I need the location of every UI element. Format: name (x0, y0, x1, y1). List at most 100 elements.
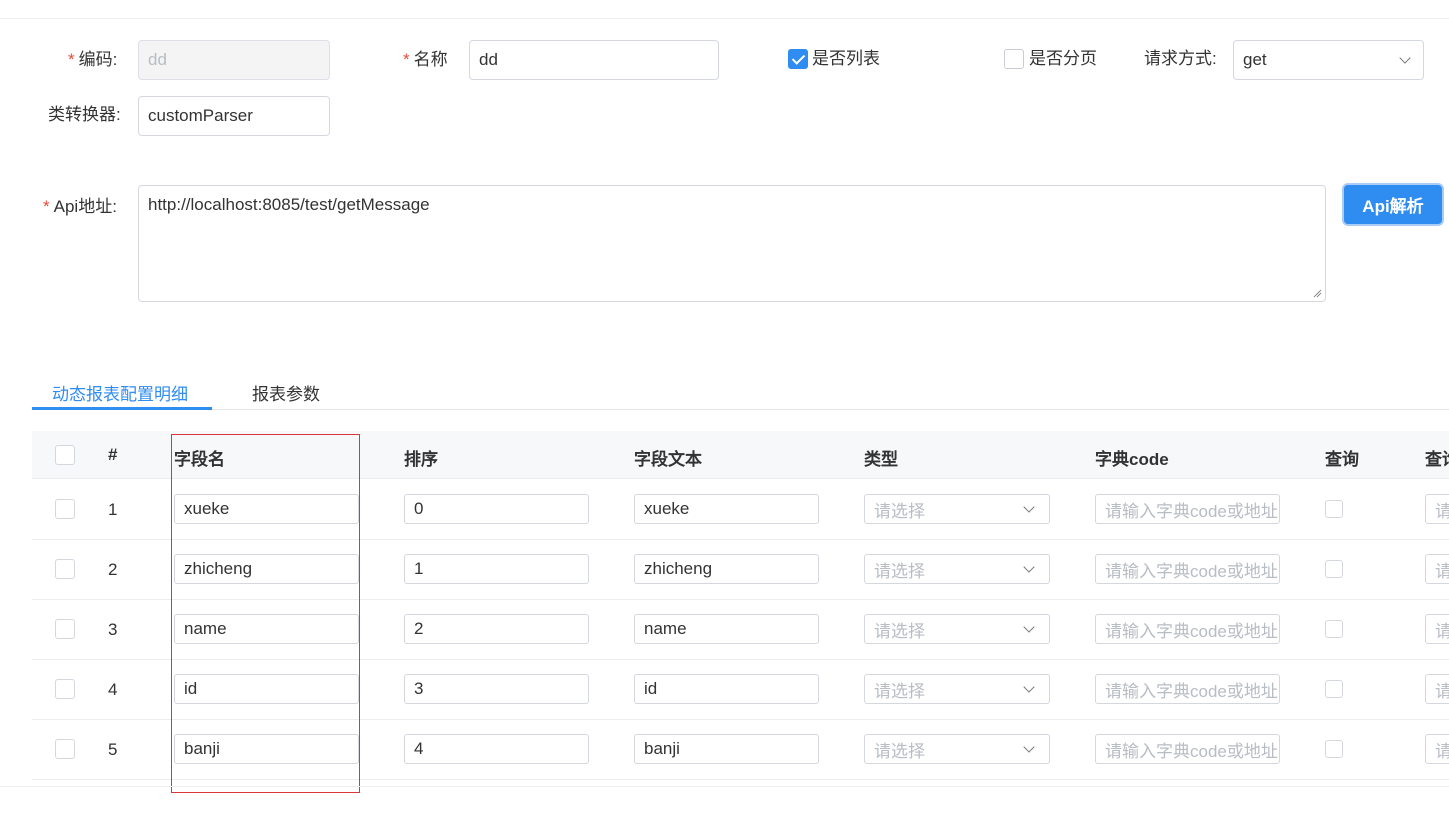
query-type-placeholder: 请选择 (1435, 677, 1449, 702)
field-text-input[interactable]: name (634, 614, 819, 644)
dict-code-placeholder: 请输入字典code或地址 (1105, 681, 1278, 701)
field-text-input[interactable]: xueke (634, 494, 819, 524)
row-select-checkbox[interactable] (55, 499, 75, 519)
api-textarea[interactable]: http://localhost:8085/test/getMessage (138, 185, 1326, 302)
column-header-type: 类型 (864, 450, 898, 469)
method-select[interactable]: get (1233, 40, 1424, 80)
column-header-field-name: 字段名 (174, 450, 225, 469)
order-input[interactable]: 1 (404, 554, 589, 584)
select-all-checkbox[interactable] (55, 445, 75, 465)
query-checkbox[interactable] (1325, 680, 1343, 698)
order-input[interactable]: 0 (404, 494, 589, 524)
table-header: # 字段名 排序 字段文本 类型 字典code 查询 查询 (32, 431, 1449, 479)
api-parse-button[interactable]: Api解析 (1344, 185, 1442, 224)
type-select-placeholder: 请选择 (874, 681, 925, 701)
required-mark: * (43, 197, 50, 216)
method-label: 请求方式: (1144, 49, 1217, 68)
order-input[interactable]: 3 (404, 674, 589, 704)
required-mark: * (68, 50, 75, 69)
api-label: * Api地址: (43, 197, 117, 216)
table-row: 4 id 3 id 请选择 请输入字典code或地址 请选择 (32, 660, 1449, 720)
type-select-placeholder: 请选择 (874, 621, 925, 641)
query-type-select[interactable]: 请选择 (1425, 494, 1449, 524)
tab-report-detail[interactable]: 动态报表配置明细 (52, 380, 188, 405)
field-name-input[interactable]: zhicheng (174, 554, 359, 584)
chevron-down-icon (1023, 501, 1035, 513)
code-label: * 编码: (68, 50, 118, 69)
type-select-placeholder: 请选择 (874, 501, 925, 521)
column-header-field-text: 字段文本 (634, 450, 702, 469)
query-type-select[interactable]: 请选择 (1425, 734, 1449, 764)
query-checkbox[interactable] (1325, 500, 1343, 518)
type-select-placeholder: 请选择 (874, 561, 925, 581)
query-checkbox[interactable] (1325, 740, 1343, 758)
query-type-placeholder: 请选择 (1435, 737, 1449, 762)
dict-code-placeholder: 请输入字典code或地址 (1105, 741, 1278, 761)
column-header-query: 查询 (1325, 450, 1359, 469)
method-select-value: get (1243, 50, 1267, 69)
type-select[interactable]: 请选择 (864, 494, 1050, 524)
chevron-down-icon (1023, 681, 1035, 693)
table-row: 5 banji 4 banji 请选择 请输入字典code或地址 请选择 (32, 720, 1449, 780)
column-header-dict-code: 字典code (1095, 450, 1169, 469)
query-type-select[interactable]: 请选择 (1425, 674, 1449, 704)
type-select[interactable]: 请选择 (864, 734, 1050, 764)
field-name-input[interactable]: xueke (174, 494, 359, 524)
row-index: 4 (108, 680, 118, 699)
row-select-checkbox[interactable] (55, 619, 75, 639)
is-list-checkbox[interactable] (788, 49, 808, 69)
row-index: 2 (108, 560, 118, 579)
row-index: 1 (108, 500, 118, 519)
chevron-down-icon (1023, 561, 1035, 573)
tab-report-params[interactable]: 报表参数 (252, 380, 320, 405)
dict-code-input[interactable]: 请输入字典code或地址 (1095, 554, 1280, 584)
chevron-down-icon (1023, 741, 1035, 753)
field-text-input[interactable]: banji (634, 734, 819, 764)
row-select-checkbox[interactable] (55, 739, 75, 759)
row-index: 3 (108, 620, 118, 639)
table-row: 1 xueke 0 xueke 请选择 请输入字典code或地址 请选择 (32, 480, 1449, 540)
table-row: 2 zhicheng 1 zhicheng 请选择 请输入字典code或地址 请… (32, 540, 1449, 600)
required-mark: * (403, 50, 410, 69)
field-text-input[interactable]: zhicheng (634, 554, 819, 584)
chevron-down-icon (1399, 52, 1411, 64)
field-name-input[interactable]: banji (174, 734, 359, 764)
name-input[interactable]: dd (469, 40, 719, 80)
dict-code-input[interactable]: 请输入字典code或地址 (1095, 734, 1280, 764)
field-name-input[interactable]: name (174, 614, 359, 644)
query-checkbox[interactable] (1325, 620, 1343, 638)
dict-code-placeholder: 请输入字典code或地址 (1105, 621, 1278, 641)
query-type-placeholder: 请选择 (1435, 557, 1449, 582)
converter-label: 类转换器: (48, 105, 121, 124)
is-page-label: 是否分页 (1029, 49, 1097, 68)
resize-grip-icon[interactable] (1313, 289, 1322, 298)
field-name-input[interactable]: id (174, 674, 359, 704)
query-checkbox[interactable] (1325, 560, 1343, 578)
type-select[interactable]: 请选择 (864, 674, 1050, 704)
table-row: 3 name 2 name 请选择 请输入字典code或地址 请选择 (32, 600, 1449, 660)
dict-code-input[interactable]: 请输入字典code或地址 (1095, 614, 1280, 644)
order-input[interactable]: 4 (404, 734, 589, 764)
type-select[interactable]: 请选择 (864, 614, 1050, 644)
row-select-checkbox[interactable] (55, 559, 75, 579)
name-label: * 名称 (403, 50, 448, 69)
column-header-order: 排序 (404, 450, 438, 469)
dict-code-input[interactable]: 请输入字典code或地址 (1095, 494, 1280, 524)
field-text-input[interactable]: id (634, 674, 819, 704)
query-type-select[interactable]: 请选择 (1425, 614, 1449, 644)
order-input[interactable]: 2 (404, 614, 589, 644)
column-header-query-2: 查询 (1425, 450, 1449, 469)
dict-code-input[interactable]: 请输入字典code或地址 (1095, 674, 1280, 704)
is-list-label: 是否列表 (812, 49, 880, 68)
query-type-select[interactable]: 请选择 (1425, 554, 1449, 584)
type-select-placeholder: 请选择 (874, 741, 925, 761)
row-select-checkbox[interactable] (55, 679, 75, 699)
query-type-placeholder: 请选择 (1435, 617, 1449, 642)
dict-code-placeholder: 请输入字典code或地址 (1105, 561, 1278, 581)
chevron-down-icon (1023, 621, 1035, 633)
is-page-checkbox[interactable] (1004, 49, 1024, 69)
code-input[interactable]: dd (138, 40, 330, 80)
type-select[interactable]: 请选择 (864, 554, 1050, 584)
converter-input[interactable]: customParser (138, 96, 330, 136)
tab-active-indicator (32, 407, 212, 410)
